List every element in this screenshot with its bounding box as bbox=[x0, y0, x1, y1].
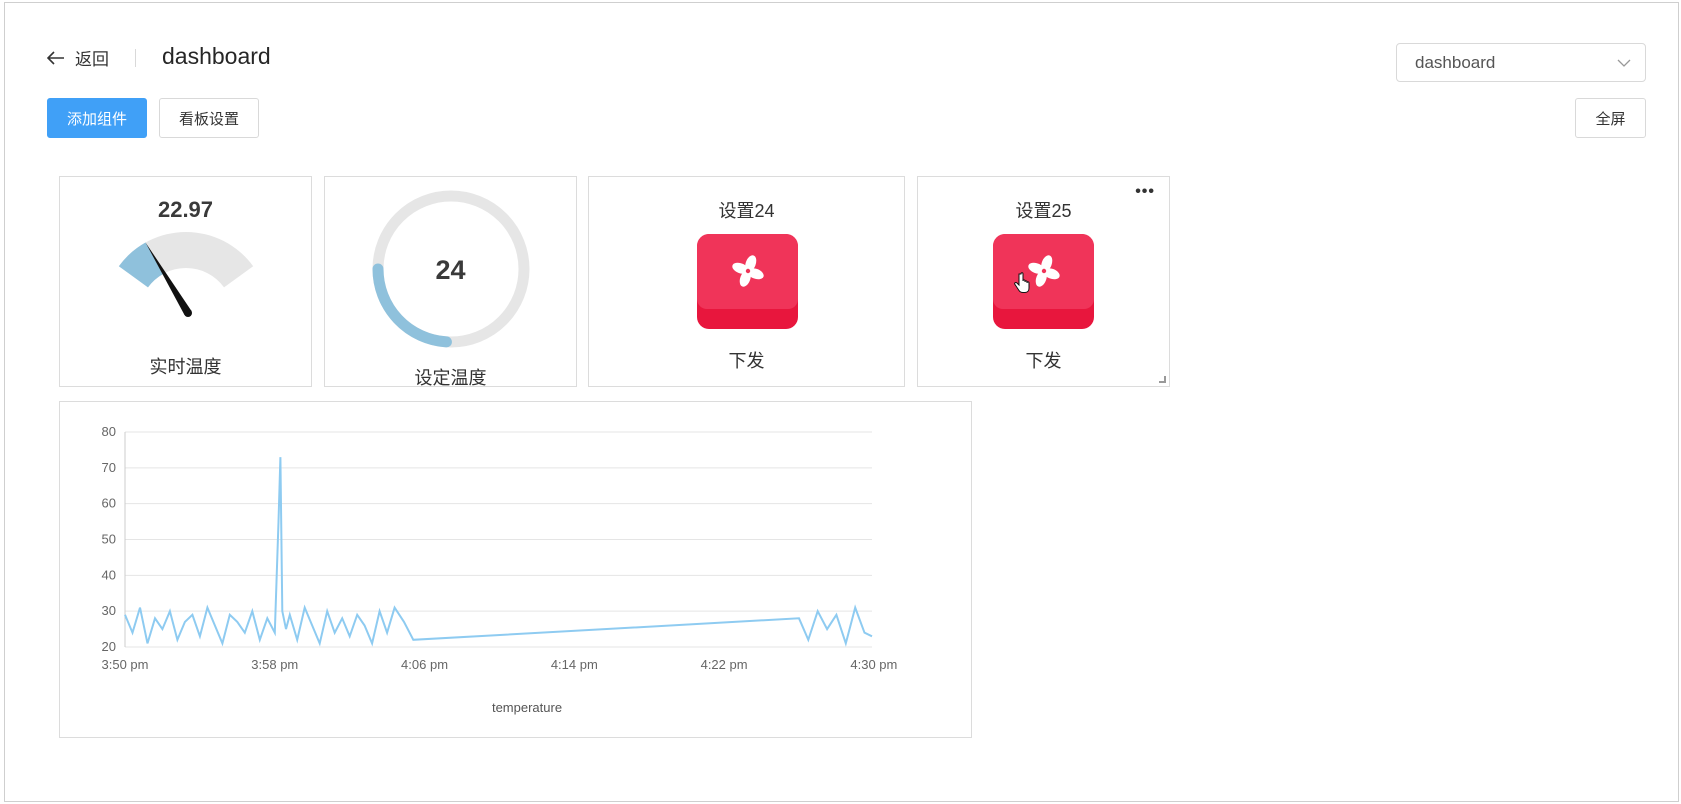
title-divider bbox=[135, 49, 136, 67]
send-button[interactable] bbox=[697, 234, 798, 329]
set-temp-widget[interactable]: 24 设定温度 bbox=[324, 176, 577, 388]
back-button[interactable]: 返回 bbox=[47, 45, 109, 70]
dashboard-page: 返回 dashboard dashboard 添加组件 看板设置 全屏 22.9… bbox=[4, 2, 1679, 802]
back-label: 返回 bbox=[75, 50, 109, 69]
hand-cursor-icon bbox=[1014, 272, 1030, 293]
fan-icon bbox=[732, 255, 764, 287]
button-widget-title: 设置24 bbox=[718, 201, 775, 221]
arrow-left-icon bbox=[47, 50, 64, 65]
temperature-chart-widget[interactable]: 20 30 40 50 60 70 80 3:50 pm 3:58 pm 4:06 pm 4:14… bbox=[59, 401, 972, 738]
y-tick-label: 30 bbox=[102, 603, 116, 618]
fan-icon bbox=[1028, 255, 1060, 287]
gauge-needle-tip bbox=[184, 309, 192, 317]
fullscreen-button[interactable]: 全屏 bbox=[1575, 98, 1646, 138]
gauge-chart bbox=[118, 232, 254, 317]
page-title: dashboard bbox=[162, 43, 271, 69]
series-line bbox=[124, 457, 873, 647]
y-tick-label: 40 bbox=[102, 567, 116, 582]
line-chart: 20 30 40 50 60 70 80 3:50 pm 3:58 pm 4:06 pm 4:14… bbox=[102, 424, 898, 715]
resize-handle[interactable] bbox=[1159, 376, 1166, 383]
realtime-temp-widget[interactable]: 22.97 实时温度 bbox=[59, 176, 312, 387]
send-button-label: 下发 bbox=[1025, 351, 1062, 371]
board-select-value: dashboard bbox=[1415, 52, 1496, 72]
board-select[interactable]: dashboard bbox=[1396, 43, 1646, 82]
set-temp-label: 设定温度 bbox=[414, 368, 487, 388]
button-widget-24: 设置24 下发 bbox=[588, 176, 905, 387]
chevron-down-icon bbox=[1617, 59, 1631, 67]
x-axis-label: temperature bbox=[492, 700, 562, 715]
realtime-temp-label: 实时温度 bbox=[149, 357, 222, 377]
ellipsis-icon[interactable]: ••• bbox=[1135, 184, 1155, 200]
x-tick-label: 4:06 pm bbox=[401, 657, 448, 672]
ring-value: 24 bbox=[435, 255, 466, 285]
y-tick-label: 80 bbox=[102, 424, 116, 439]
send-button-label: 下发 bbox=[728, 351, 765, 371]
y-tick-label: 50 bbox=[102, 532, 116, 547]
x-tick-label: 4:14 pm bbox=[551, 657, 598, 672]
y-tick-label: 60 bbox=[102, 496, 116, 511]
x-tick-label: 3:50 pm bbox=[102, 657, 149, 672]
y-tick-label: 20 bbox=[102, 639, 116, 654]
x-tick-label: 4:22 pm bbox=[701, 657, 748, 672]
send-button[interactable] bbox=[993, 234, 1094, 329]
button-widget-25: 设置25 ••• 下发 bbox=[917, 176, 1170, 387]
add-widget-button[interactable]: 添加组件 bbox=[47, 98, 147, 138]
x-tick-label: 3:58 pm bbox=[251, 657, 298, 672]
board-settings-button[interactable]: 看板设置 bbox=[159, 98, 259, 138]
button-widget-title: 设置25 bbox=[1015, 201, 1072, 221]
x-tick-label: 4:30 pm bbox=[850, 657, 897, 672]
y-tick-label: 70 bbox=[102, 460, 116, 475]
